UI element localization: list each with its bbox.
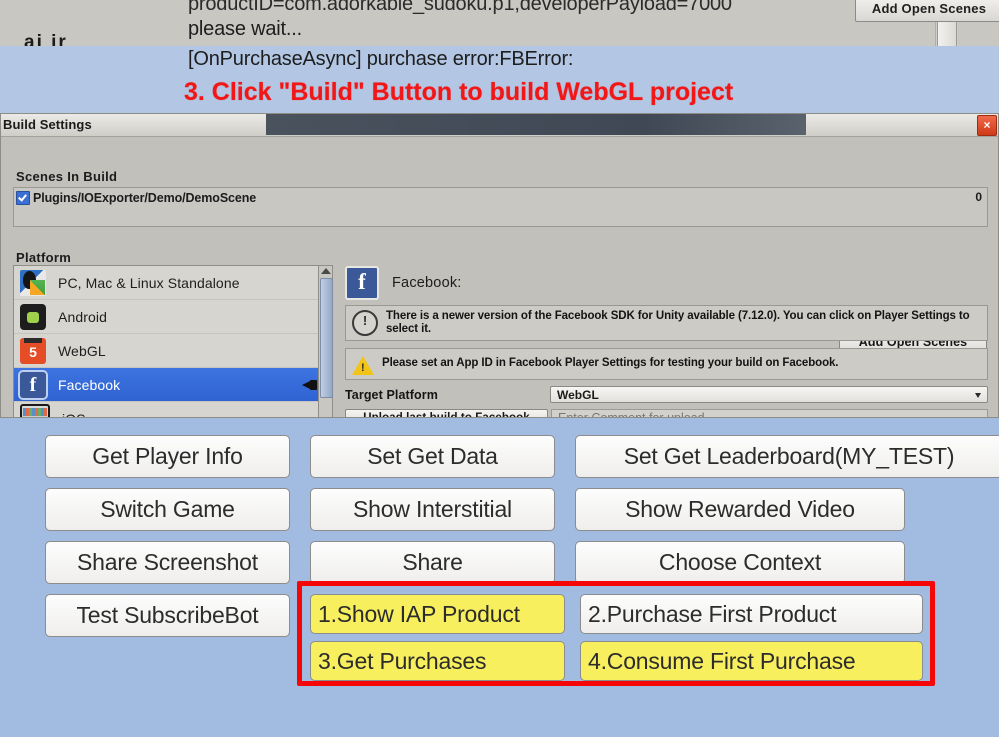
console-log-area: productID=com.adorkable_sudoku.p1,develo…	[0, 0, 999, 53]
build-settings-titlebar[interactable]: Build Settings ×	[1, 114, 998, 137]
scenes-in-build-label: Scenes In Build	[16, 169, 118, 184]
switch-game-button[interactable]: Switch Game	[45, 488, 290, 531]
target-platform-value: WebGL	[557, 387, 599, 402]
target-platform-dropdown[interactable]: WebGL	[550, 386, 988, 403]
platform-item-ios[interactable]: iOS	[14, 402, 332, 418]
build-settings-body: Scenes In Build Plugins/IOExporter/Demo/…	[1, 137, 998, 418]
get-purchases-button[interactable]: 3.Get Purchases	[310, 641, 565, 681]
platform-list-scrollbar-thumb[interactable]	[320, 278, 333, 398]
build-settings-title: Build Settings	[3, 117, 92, 132]
warning-icon	[352, 355, 374, 375]
share-button[interactable]: Share	[310, 541, 555, 584]
game-button-panel: Get Player Info Set Get Data Set Get Lea…	[0, 418, 999, 737]
info-helpbox: There is a newer version of the Facebook…	[345, 305, 988, 341]
scene-path-label: Plugins/IOExporter/Demo/DemoScene	[33, 190, 257, 205]
warning-helpbox-text: Please set an App ID in Facebook Player …	[382, 357, 839, 370]
android-icon	[20, 303, 46, 330]
target-platform-row: Target Platform WebGL	[345, 386, 988, 403]
target-platform-label: Target Platform	[345, 387, 438, 402]
console-line-2: [OnPurchaseAsync] purchase error:FBError…	[188, 48, 574, 70]
console-line-0: productID=com.adorkable_sudoku.p1,develo…	[188, 0, 732, 15]
chevron-up-icon[interactable]	[321, 268, 331, 274]
facebook-panel-title: Facebook:	[392, 275, 462, 291]
show-interstitial-button[interactable]: Show Interstitial	[310, 488, 555, 531]
info-helpbox-text: There is a newer version of the Facebook…	[386, 309, 970, 336]
close-icon[interactable]: ×	[977, 115, 997, 136]
purchase-first-product-button[interactable]: 2.Purchase First Product	[580, 594, 923, 634]
platform-list[interactable]: PC, Mac & Linux Standalone Android WebGL…	[13, 265, 333, 418]
share-screenshot-button[interactable]: Share Screenshot	[45, 541, 290, 584]
upload-last-build-button[interactable]: Upload last build to Facebook	[345, 409, 548, 417]
platform-item-label: Facebook	[58, 376, 121, 393]
platform-item-android[interactable]: Android	[14, 300, 332, 334]
test-subscribebot-button[interactable]: Test SubscribeBot	[45, 594, 290, 637]
platform-item-label: WebGL	[58, 342, 106, 359]
console-line-1: please wait...	[188, 18, 302, 40]
screen-root: productID=com.adorkable_sudoku.p1,develo…	[0, 0, 999, 737]
red-instruction-text: 3. Click "Build" Button to build WebGL p…	[184, 78, 734, 106]
choose-context-button[interactable]: Choose Context	[575, 541, 905, 584]
facebook-settings-panel: Facebook: There is a newer version of th…	[345, 265, 988, 417]
ios-icon	[20, 403, 50, 417]
platform-item-facebook[interactable]: Facebook	[14, 368, 332, 402]
platform-label: Platform	[16, 250, 72, 265]
scene-row[interactable]: Plugins/IOExporter/Demo/DemoScene 0	[14, 188, 987, 207]
warning-helpbox: Please set an App ID in Facebook Player …	[345, 348, 988, 380]
webgl-icon	[20, 337, 46, 364]
scene-index-label: 0	[975, 190, 982, 204]
show-rewarded-video-button[interactable]: Show Rewarded Video	[575, 488, 905, 531]
facebook-panel-header: Facebook:	[345, 265, 988, 301]
chevron-down-icon	[975, 393, 981, 398]
platform-item-label: Android	[58, 308, 107, 325]
set-get-leaderboard-button[interactable]: Set Get Leaderboard(MY_TEST)	[575, 435, 999, 478]
top-add-open-scenes-button[interactable]: Add Open Scenes	[855, 0, 999, 22]
scenes-in-build-list[interactable]: Plugins/IOExporter/Demo/DemoScene 0	[13, 187, 988, 227]
consume-first-purchase-button[interactable]: 4.Consume First Purchase	[580, 641, 923, 681]
platform-item-label: PC, Mac & Linux Standalone	[58, 274, 240, 291]
get-player-info-button[interactable]: Get Player Info	[45, 435, 290, 478]
platform-item-webgl[interactable]: WebGL	[14, 334, 332, 368]
upload-comment-input[interactable]: Enter Comment for upload	[551, 409, 988, 417]
build-settings-window: Build Settings × Scenes In Build Plugins…	[0, 113, 999, 418]
scene-checkbox[interactable]	[16, 190, 30, 205]
upload-build-row: Upload last build to Facebook Enter Comm…	[345, 409, 988, 417]
facebook-icon	[345, 266, 379, 300]
show-iap-product-button[interactable]: 1.Show IAP Product	[310, 594, 565, 634]
platform-item-label: iOS	[62, 411, 86, 418]
standalone-icon	[20, 269, 46, 296]
platform-item-standalone[interactable]: PC, Mac & Linux Standalone	[14, 266, 332, 300]
info-icon	[352, 310, 378, 336]
facebook-icon	[20, 371, 46, 398]
set-get-data-button[interactable]: Set Get Data	[310, 435, 555, 478]
titlebar-dark-region	[266, 114, 806, 135]
